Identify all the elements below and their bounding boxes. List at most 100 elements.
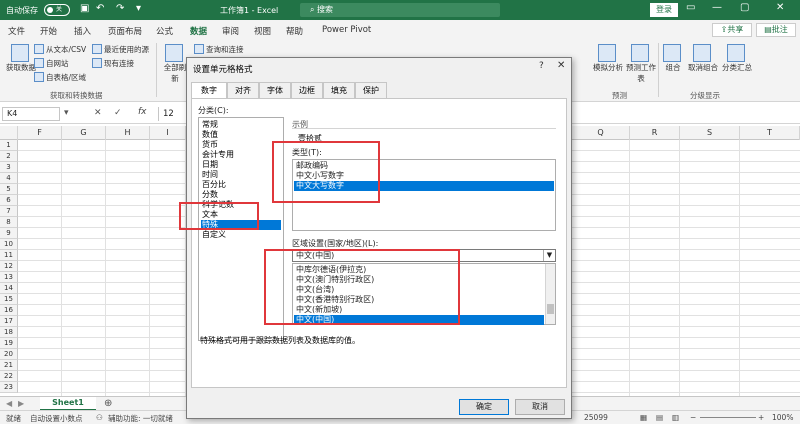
ribbon-display-icon[interactable]: ▭ (686, 2, 695, 13)
zoom-in-icon[interactable]: + (758, 413, 764, 422)
subtotal-button[interactable]: 分类汇总 (720, 44, 754, 73)
column-header[interactable]: F (18, 126, 62, 140)
get-data-button[interactable]: 获取数据 (6, 44, 36, 73)
existing-connections-button[interactable]: 现有连接 (92, 58, 134, 69)
customize-quick-access-icon[interactable]: ▾ (136, 3, 141, 14)
row-header[interactable]: 18 (0, 327, 18, 338)
category-item[interactable]: 常规 (201, 120, 281, 130)
queries-connections-button[interactable]: 查询和连接 (194, 44, 244, 55)
tab-data[interactable]: 数据 (190, 25, 208, 42)
category-item[interactable]: 日期 (201, 160, 281, 170)
category-item[interactable]: 科学记数 (201, 200, 281, 210)
locale-item-selected[interactable]: 中文(中国) (294, 315, 544, 325)
group-button[interactable]: 组合 (662, 44, 684, 73)
autosave-toggle[interactable]: 关 (44, 4, 70, 16)
tab-power-pivot[interactable]: Power Pivot (322, 25, 371, 35)
type-item[interactable]: 中文小写数字 (294, 171, 554, 181)
comments-button[interactable]: ▤批注 (756, 23, 796, 37)
zoom-out-icon[interactable]: − (690, 413, 696, 422)
tab-border[interactable]: 边框 (291, 82, 323, 98)
insert-function-icon[interactable]: fx (138, 107, 147, 117)
tab-view[interactable]: 视图 (254, 25, 271, 37)
row-header[interactable]: 20 (0, 349, 18, 360)
tab-review[interactable]: 审阅 (222, 25, 239, 37)
row-header[interactable]: 1 (0, 140, 18, 151)
status-autodecimal[interactable]: 自动设置小数点 (30, 413, 83, 424)
category-item[interactable]: 百分比 (201, 180, 281, 190)
type-item-selected[interactable]: 中文大写数字 (294, 181, 554, 191)
ok-button[interactable]: 确定 (459, 399, 509, 415)
row-header[interactable]: 22 (0, 371, 18, 382)
row-header[interactable]: 6 (0, 195, 18, 206)
locale-item[interactable]: 中文(澳门特别行政区) (294, 275, 544, 285)
tab-alignment[interactable]: 对齐 (227, 82, 259, 98)
row-header[interactable]: 8 (0, 217, 18, 228)
namebox-dropdown-icon[interactable]: ▾ (64, 108, 69, 118)
row-header[interactable]: 4 (0, 173, 18, 184)
prev-sheet-icon[interactable]: ◀ (6, 399, 12, 408)
tab-insert[interactable]: 插入 (74, 25, 91, 37)
login-button[interactable]: 登录 (650, 3, 678, 17)
enter-icon[interactable]: ✓ (114, 108, 122, 118)
row-header[interactable]: 11 (0, 250, 18, 261)
locale-item[interactable]: 中文(香港特别行政区) (294, 295, 544, 305)
row-header[interactable]: 21 (0, 360, 18, 371)
row-header[interactable]: 23 (0, 382, 18, 393)
row-header[interactable]: 12 (0, 261, 18, 272)
status-accessibility[interactable]: 辅助功能: 一切就绪 (108, 413, 173, 424)
name-box[interactable]: K4 (2, 107, 60, 121)
category-item[interactable]: 自定义 (201, 230, 281, 240)
accessibility-icon[interactable]: ⚇ (96, 413, 103, 422)
row-header[interactable]: 19 (0, 338, 18, 349)
category-item[interactable]: 货币 (201, 140, 281, 150)
category-item[interactable]: 数值 (201, 130, 281, 140)
tab-help[interactable]: 帮助 (286, 25, 303, 37)
next-sheet-icon[interactable]: ▶ (18, 399, 24, 408)
column-header[interactable]: S (680, 126, 740, 140)
undo-icon[interactable]: ↶ (96, 3, 104, 14)
forecast-sheet-button[interactable]: 预测工作表 (626, 44, 656, 84)
minimize-button[interactable]: — (712, 2, 722, 13)
row-header[interactable]: 10 (0, 239, 18, 250)
column-header[interactable]: R (630, 126, 680, 140)
column-header[interactable]: G (62, 126, 106, 140)
category-list[interactable]: 常规 数值 货币 会计专用 日期 时间 百分比 分数 科学记数 文本 特殊 自定… (198, 117, 284, 341)
row-header[interactable]: 3 (0, 162, 18, 173)
cancel-icon[interactable]: ✕ (94, 108, 102, 118)
column-header[interactable]: T (740, 126, 800, 140)
category-item[interactable]: 会计专用 (201, 150, 281, 160)
type-list[interactable]: 邮政编码 中文小写数字 中文大写数字 (292, 159, 556, 231)
tab-formulas[interactable]: 公式 (156, 25, 173, 37)
locale-list[interactable]: 中库尔德语(伊拉克) 中文(澳门特别行政区) 中文(台湾) 中文(香港特别行政区… (292, 263, 556, 325)
category-item[interactable]: 分数 (201, 190, 281, 200)
row-header[interactable]: 7 (0, 206, 18, 217)
restore-button[interactable]: ▢ (740, 2, 749, 13)
locale-item[interactable]: 中文(台湾) (294, 285, 544, 295)
row-header[interactable]: 13 (0, 272, 18, 283)
tab-fill[interactable]: 填充 (323, 82, 355, 98)
row-header[interactable]: 5 (0, 184, 18, 195)
from-text-button[interactable]: 从文本/CSV (34, 44, 86, 55)
help-icon[interactable]: ? (539, 61, 544, 71)
column-header[interactable]: I (150, 126, 186, 140)
save-icon[interactable]: ▣ (80, 3, 89, 14)
chevron-down-icon[interactable]: ▼ (543, 250, 555, 261)
row-header[interactable]: 15 (0, 294, 18, 305)
column-header[interactable]: Q (572, 126, 630, 140)
type-item[interactable]: 邮政编码 (294, 161, 554, 171)
ungroup-button[interactable]: 取消组合 (686, 44, 720, 73)
row-header[interactable]: 17 (0, 316, 18, 327)
zoom-level[interactable]: 100% (772, 413, 793, 422)
category-item[interactable]: 时间 (201, 170, 281, 180)
add-sheet-icon[interactable]: ⊕ (104, 398, 112, 409)
category-item-selected[interactable]: 特殊 (201, 220, 281, 230)
column-header[interactable]: H (106, 126, 150, 140)
select-all-corner[interactable] (0, 126, 18, 140)
search-box[interactable]: ⌕ 搜索 (300, 3, 500, 17)
from-web-button[interactable]: 自网站 (34, 58, 69, 69)
page-layout-view-icon[interactable]: ▤ (656, 413, 663, 422)
refresh-all-button[interactable]: 全部刷新 (162, 44, 188, 84)
zoom-slider[interactable] (700, 417, 756, 418)
locale-item[interactable]: 中文(新加坡) (294, 305, 544, 315)
row-header[interactable]: 9 (0, 228, 18, 239)
